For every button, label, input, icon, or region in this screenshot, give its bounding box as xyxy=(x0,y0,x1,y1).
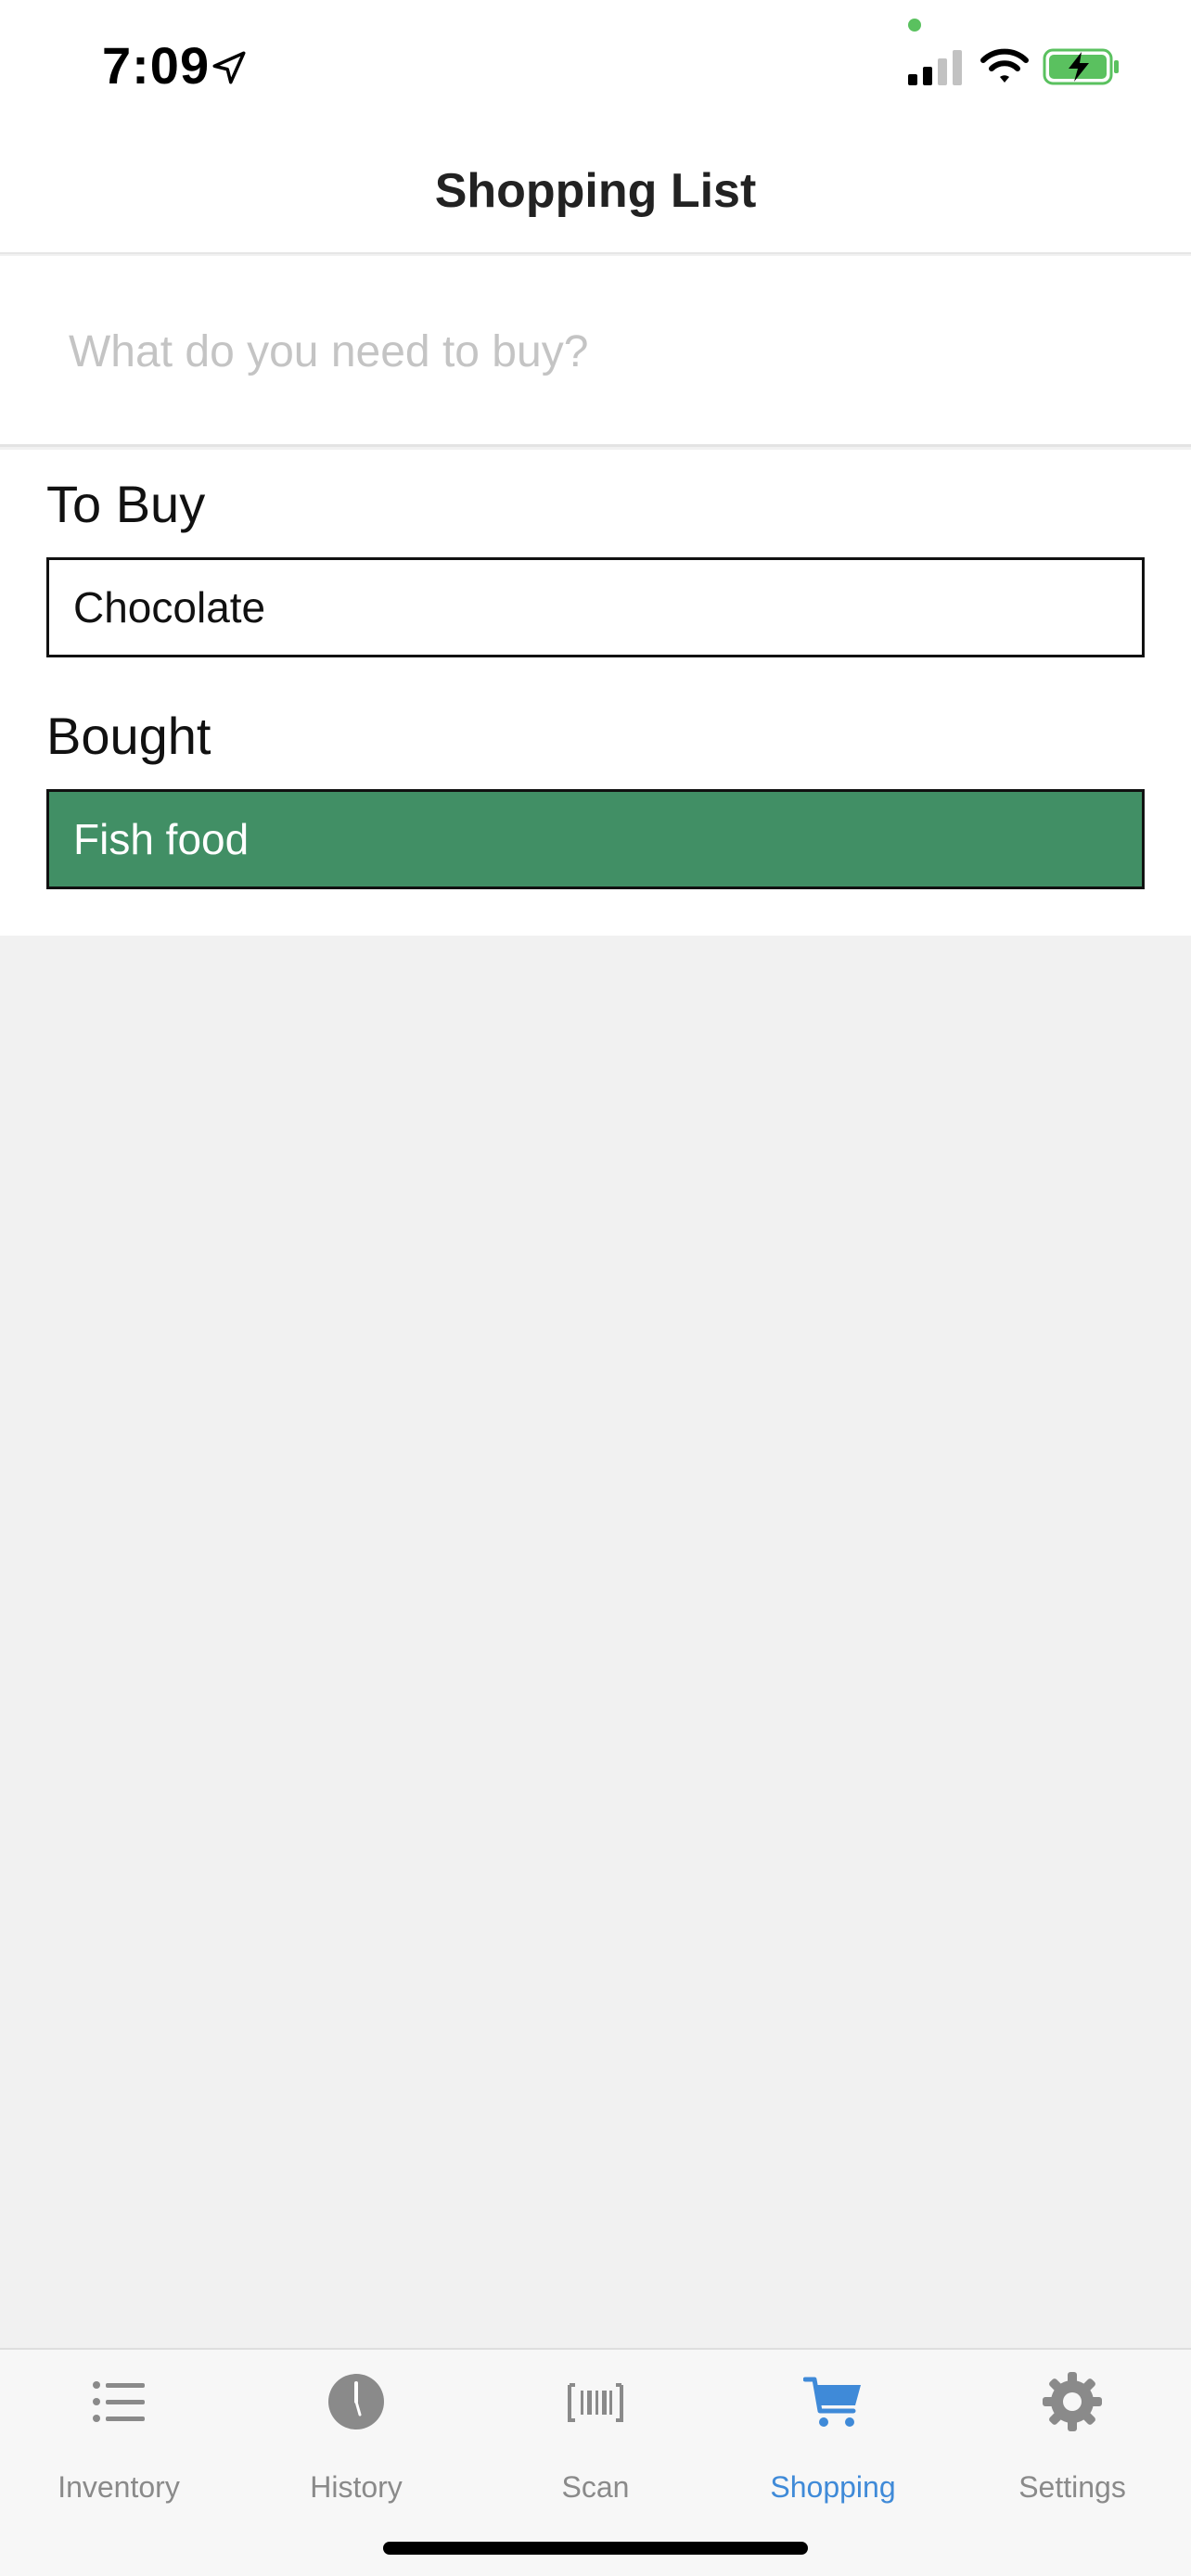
add-item-bar xyxy=(0,256,1191,447)
privacy-indicator-dot xyxy=(908,19,921,32)
wifi-icon xyxy=(980,48,1029,83)
tab-inventory[interactable]: Inventory xyxy=(0,2350,237,2517)
shopping-lists: To Buy Chocolate Bought Fish food xyxy=(0,450,1191,936)
status-time: 7:09 xyxy=(102,36,211,95)
tab-settings-label: Settings xyxy=(1018,2470,1126,2504)
location-arrow-icon xyxy=(212,51,246,84)
signal-icon xyxy=(908,50,962,85)
app-screen: 7:09 Shopping List To Buy xyxy=(0,0,1191,2576)
to-buy-heading: To Buy xyxy=(46,475,206,533)
tab-bar: Inventory History Scan Shopping Settings xyxy=(0,2348,1191,2576)
bought-item-label: Fish food xyxy=(73,815,250,863)
tab-scan-label: Scan xyxy=(561,2470,630,2504)
list-icon xyxy=(93,2381,145,2422)
clock-icon xyxy=(328,2374,384,2429)
battery-charging-icon xyxy=(1043,48,1119,85)
to-buy-item[interactable]: Chocolate xyxy=(46,557,1145,657)
barcode-icon xyxy=(568,2383,623,2422)
tab-settings[interactable]: Settings xyxy=(954,2350,1191,2517)
cart-icon xyxy=(803,2377,861,2427)
add-item-input[interactable] xyxy=(69,312,1135,391)
tab-shopping-label: Shopping xyxy=(770,2470,896,2504)
tab-history-label: History xyxy=(310,2470,403,2504)
tab-shopping[interactable]: Shopping xyxy=(714,2350,952,2517)
home-indicator[interactable] xyxy=(383,2542,808,2555)
navigation-bar: Shopping List xyxy=(0,130,1191,254)
bought-item[interactable]: Fish food xyxy=(46,789,1145,889)
tab-scan[interactable]: Scan xyxy=(477,2350,714,2517)
bought-heading: Bought xyxy=(46,707,211,765)
tab-history[interactable]: History xyxy=(237,2350,475,2517)
to-buy-item-label: Chocolate xyxy=(73,583,266,631)
status-bar: 7:09 xyxy=(0,0,1191,130)
gear-icon xyxy=(1043,2372,1102,2431)
tab-inventory-label: Inventory xyxy=(58,2470,180,2504)
page-title: Shopping List xyxy=(434,164,757,218)
